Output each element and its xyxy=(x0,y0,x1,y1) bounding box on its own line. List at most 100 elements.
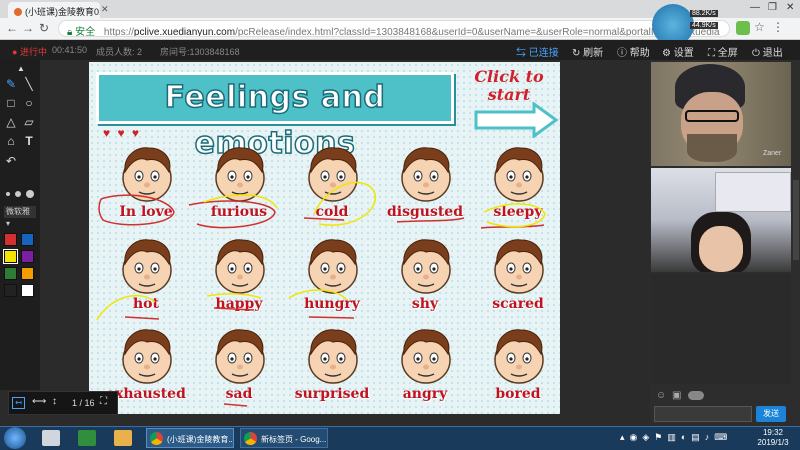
media-player-icon[interactable] xyxy=(78,430,96,446)
collapse-icon[interactable]: ▲ xyxy=(14,62,28,76)
exit-label: 退出 xyxy=(762,48,783,59)
undo-tool-icon[interactable]: ↶ xyxy=(4,154,18,168)
fit-height-icon[interactable]: ↕ xyxy=(52,396,57,407)
tab-title: (小班课)金陵教育010 xyxy=(25,7,100,17)
url-host: pclive.xuedianyun.com xyxy=(133,27,236,37)
color-swatch-white[interactable] xyxy=(21,284,34,297)
connected-label: 已连接 xyxy=(528,48,559,59)
student-video[interactable] xyxy=(651,168,791,272)
members-label: 成员人数: xyxy=(96,47,135,57)
url-scheme: https:// xyxy=(103,27,134,37)
star-icon[interactable]: ☆ xyxy=(754,20,765,34)
browser-menu-icon[interactable]: ⋮ xyxy=(772,20,784,34)
chat-input[interactable] xyxy=(654,406,752,422)
taskbar-item-chrome-newtab[interactable]: 新标签页 - Goog... xyxy=(240,428,328,448)
teacher-video[interactable]: Zaner xyxy=(651,62,791,166)
clock-date: 2019/1/3 xyxy=(757,438,789,447)
circle-tool-icon[interactable]: ○ xyxy=(22,96,36,110)
tray-icons[interactable]: ▴◉◈⚑▥◐▤♪⌨ xyxy=(620,432,732,443)
send-button[interactable]: 发送 xyxy=(756,406,786,422)
connected-button[interactable]: ⇆ 已连接 xyxy=(516,44,559,59)
system-clock[interactable]: 19:32 2019/1/3 xyxy=(748,428,798,448)
url-path: /pcRelease/index.html?classId=1303848168… xyxy=(235,27,720,37)
color-swatch-yellow[interactable] xyxy=(3,249,18,264)
rectangle-tool-icon[interactable]: □ xyxy=(4,96,18,110)
parallelogram-tool-icon[interactable]: ▱ xyxy=(22,115,36,129)
page-indicator: 1 / 16 xyxy=(72,398,95,408)
tab-favicon-icon xyxy=(14,8,22,16)
font-select[interactable]: 微软雅 ▾ xyxy=(4,206,36,228)
annotation-layer xyxy=(96,181,546,407)
expand-icon[interactable]: ⛶ xyxy=(100,396,107,407)
refresh-label: 刷新 xyxy=(583,48,604,59)
pen-tool-icon[interactable]: ✎ xyxy=(4,77,18,91)
members-count: 成员人数: 2 xyxy=(96,45,142,58)
fit-page-icon[interactable]: ↤ xyxy=(12,397,25,409)
settings-label: 设置 xyxy=(673,48,694,59)
slide-canvas[interactable]: Feelings and emotions Click to start In … xyxy=(89,62,560,414)
window-close-icon[interactable]: ✕ xyxy=(786,2,794,13)
taskbar-item-label: 新标签页 - Goog... xyxy=(261,435,327,444)
address-bar[interactable]: 🔒︎ 安全 https://pclive.xuedianyun.com/pcRe… xyxy=(58,20,730,37)
net-up-speed: 88.2K/s xyxy=(690,10,718,17)
color-swatch-green[interactable] xyxy=(4,267,17,280)
back-icon[interactable]: ← xyxy=(6,21,18,35)
room-label: 房间号: xyxy=(160,47,190,57)
taskbar-app-icon[interactable] xyxy=(42,430,60,446)
help-label: 帮助 xyxy=(629,48,650,59)
color-swatch-red[interactable] xyxy=(4,233,17,246)
size-large-dot[interactable] xyxy=(26,190,34,198)
fit-width-icon[interactable]: ⟷ xyxy=(32,396,46,407)
teacher-name: Zaner xyxy=(763,150,782,157)
refresh-button[interactable]: ↻ 刷新 xyxy=(572,44,603,59)
size-medium-dot[interactable] xyxy=(15,191,21,197)
lock-icon: 🔒︎ xyxy=(67,27,73,37)
image-icon[interactable]: ▣ xyxy=(672,390,681,401)
clock-time: 19:32 xyxy=(762,428,784,437)
color-swatch-blue[interactable] xyxy=(21,233,34,246)
chat-messages xyxy=(651,274,791,384)
tab-close-icon[interactable]: ✕ xyxy=(101,4,109,15)
members-value: 2 xyxy=(137,47,143,57)
exit-button[interactable]: ⏻ 退出 xyxy=(752,44,783,59)
browser-tab[interactable]: (小班课)金陵教育010 xyxy=(8,2,100,18)
settings-button[interactable]: ⚙ 设置 xyxy=(662,44,694,59)
extension-icon[interactable] xyxy=(736,21,750,35)
status-text: 进行中 xyxy=(19,47,47,57)
poster xyxy=(715,172,791,212)
color-swatch-black[interactable] xyxy=(4,284,17,297)
triangle-tool-icon[interactable]: △ xyxy=(4,115,18,129)
live-status: ● 进行中 xyxy=(12,47,47,57)
glasses xyxy=(685,110,739,122)
room-number: 房间号:1303848168 xyxy=(160,45,240,58)
toggle-switch[interactable] xyxy=(688,391,704,400)
start-button-icon[interactable] xyxy=(4,427,26,449)
room-value: 1303848168 xyxy=(189,47,240,57)
color-swatch-orange[interactable] xyxy=(21,267,34,280)
chrome-icon xyxy=(244,432,257,445)
student-face xyxy=(699,226,743,272)
fullscreen-button[interactable]: ⛶ 全屏 xyxy=(708,44,738,59)
font-select-value: 微软雅 xyxy=(6,207,30,216)
fullscreen-label: 全屏 xyxy=(717,48,738,59)
secure-label: 安全 xyxy=(75,27,96,37)
folder-icon[interactable] xyxy=(114,430,132,446)
taskbar-item-chrome-class[interactable]: (小班课)金陵教育... xyxy=(146,428,234,448)
minimize-icon[interactable]: — xyxy=(750,2,760,13)
class-timer: 00:41:50 xyxy=(52,45,88,55)
eraser-tool-icon[interactable]: ⌂ xyxy=(4,134,18,148)
net-down-speed: 44.9K/s xyxy=(690,22,718,29)
line-tool-icon[interactable]: ╲ xyxy=(22,77,36,91)
forward-icon[interactable]: → xyxy=(22,21,34,35)
taskbar-item-label: (小班课)金陵教育... xyxy=(167,435,234,444)
emoji-icon[interactable]: ☺ xyxy=(656,390,666,401)
help-button[interactable]: ⓘ 帮助 xyxy=(617,44,650,59)
maximize-icon[interactable]: ❐ xyxy=(768,2,777,13)
color-swatch-purple[interactable] xyxy=(21,250,34,263)
size-small-dot[interactable] xyxy=(6,192,10,196)
side-tab[interactable] xyxy=(793,180,799,260)
chrome-icon xyxy=(150,432,163,445)
text-tool-icon[interactable]: T xyxy=(22,134,36,148)
beard xyxy=(687,134,737,162)
reload-icon[interactable]: ↻ xyxy=(39,21,49,35)
